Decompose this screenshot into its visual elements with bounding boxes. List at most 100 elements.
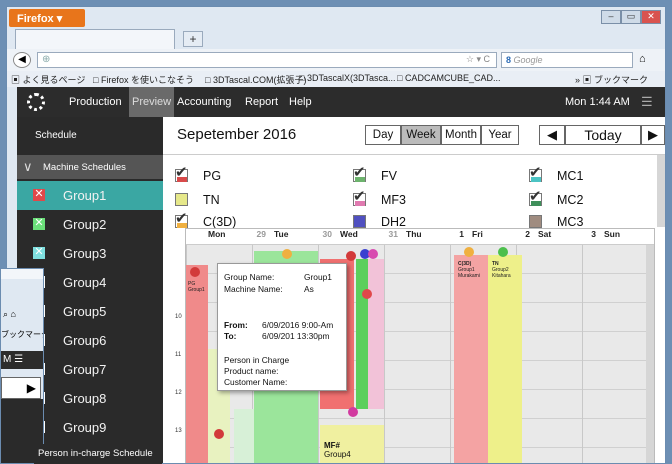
day-date: 2 [525,229,530,239]
maximize-icon[interactable]: ▭ [621,10,641,24]
view-month-button[interactable]: Month [441,125,481,145]
day-header[interactable]: Wed 31 [340,229,402,243]
reload-icon[interactable]: ☆ ▾ C [466,54,490,65]
legend-scrollbar[interactable] [657,155,665,227]
checkbox-checked-icon[interactable]: ✔ [353,189,366,206]
tab-bar: + [7,29,665,49]
event-dot [362,289,372,299]
bookmark-item[interactable]: □ Firefox を使いこなそう [93,73,194,86]
hour-label: 10 [175,314,182,320]
event-dot [346,251,356,261]
legend-label: MC1 [557,169,584,183]
month-title: Sepetember 2016 [177,126,297,143]
nav-report[interactable]: Report [245,96,278,108]
machine-schedules-header[interactable]: ∨ Machine Schedules [17,155,163,179]
machine-legend: ✔ PG ✔ FV ✔ MC1 TN ✔ MF3 ✔ MC2 ✔ C(3D) DH2 MC3 [163,154,665,229]
checkbox-checked-icon[interactable]: ✔ [529,189,542,206]
sidebar-item-group[interactable]: ✕ Group2 [17,210,163,239]
bookmark-item[interactable]: □ 3DTascalX(3DTasca... [299,73,395,83]
nav-production[interactable]: Production [69,96,122,108]
bookmark-label: CADCAMCUBE_CAD... [404,73,501,83]
popup-group-value: Group1 [304,272,332,282]
url-input[interactable]: ⊕ ☆ ▾ C [37,52,497,68]
bookmark-item[interactable]: □ CADCAMCUBE_CAD... [397,73,500,83]
day-column[interactable] [384,245,450,463]
event-block[interactable] [488,255,522,463]
back-icon[interactable]: ◀ [13,52,31,68]
legend-label: MC2 [557,193,584,207]
close-icon[interactable]: ✕ [641,10,661,24]
checkbox-checked-icon[interactable]: ✔ [175,165,188,182]
bookmark-item[interactable]: □ 3DTascal.COM(拡張子) [205,73,306,86]
view-week-button[interactable]: Week [401,125,441,145]
sidebar-schedule[interactable]: Schedule [35,130,77,141]
popup-from-label: From: [224,320,248,330]
checkbox-checked-icon[interactable]: ✔ [353,165,366,182]
sidebar-item-group[interactable]: ✕ Group3 [17,239,163,268]
checkbox-checked-icon[interactable]: ✔ [175,211,188,228]
popup-to-value: 6/09/201 13:30pm [262,331,330,341]
bg-window-titlebar [1,269,43,279]
day-header[interactable]: Fri 2 [472,229,534,243]
browser-tab[interactable] [15,29,175,49]
bg-bookmark-label: ブックマーク [1,330,43,339]
popup-person: Person in Charge [224,355,290,365]
globe-icon: ⊕ [42,54,51,65]
home-icon[interactable]: ⌂ [639,53,646,65]
nav-help[interactable]: Help [289,96,312,108]
scheduler-app: Production Preview Accounting Report Hel… [17,87,665,463]
day-column[interactable] [582,245,648,463]
search-input[interactable]: 8 Google [501,52,633,68]
group-label: Group6 [63,333,107,348]
checkbox-checked-icon[interactable]: ✔ [529,165,542,182]
event-block[interactable] [234,409,254,463]
group-color-icon: ✕ [33,246,45,259]
hamburger-icon[interactable]: ☰ [641,94,653,110]
next-button[interactable]: ▶ [641,125,665,145]
legend-label: TN [203,193,220,207]
color-swatch-icon[interactable] [529,215,542,228]
day-header[interactable]: Thu 1 [406,229,468,243]
minimize-icon[interactable]: – [601,10,621,24]
popup-machine-label: Machine Name: [224,284,283,294]
color-swatch-icon[interactable] [175,193,188,206]
prev-button[interactable]: ◀ [539,125,565,145]
bookmark-item[interactable]: ▣ よく見るページ [11,73,85,86]
event-block[interactable] [186,265,208,463]
bg-hamburger-icon[interactable]: M ☰ [1,351,43,369]
bookmark-menu-label: ブックマーク [594,75,649,85]
group-label: Group3 [63,246,107,261]
top-nav: Production Preview Accounting Report Hel… [17,87,665,117]
event-dot [464,247,474,257]
day-header[interactable]: Mon 29 [208,229,270,243]
group-color-icon: ✕ [33,188,45,201]
color-swatch-icon[interactable] [353,215,366,228]
sidebar-item-group[interactable]: ✕ Group1 [17,181,163,210]
bg-search-icon[interactable]: ⌕ ⌂ [3,309,16,320]
nav-accounting[interactable]: Accounting [177,96,231,108]
bookmark-menu[interactable]: » ▣ ブックマーク [575,73,648,86]
calendar-scrollbar[interactable] [646,245,654,463]
event-block[interactable] [368,259,384,409]
event-dot [282,249,292,259]
today-button[interactable]: Today [565,125,641,145]
day-header[interactable]: Sat 3 [538,229,600,243]
event-block[interactable] [356,259,368,409]
person-in-charge-schedule[interactable]: Person in-charge Schedule [34,444,162,464]
view-day-button[interactable]: Day [365,125,401,145]
nav-bar: ◀ ⊕ ☆ ▾ C 8 Google ⌂ [7,49,665,71]
view-year-button[interactable]: Year [481,125,519,145]
day-name: Wed [340,229,358,239]
event-text: MF# [324,441,340,450]
firefox-label: Firefox [17,13,54,25]
day-header[interactable]: Sun4 [604,229,654,243]
new-tab-button[interactable]: + [183,31,203,47]
bg-next-button[interactable]: ▶ [1,377,41,399]
event-block[interactable] [454,255,488,463]
firefox-menu-button[interactable]: Firefox ▾ [9,9,85,27]
nav-preview[interactable]: Preview [129,87,175,117]
popup-machine-value: As [304,284,314,294]
event-dot [368,249,378,259]
day-header[interactable]: Tue 30 [274,229,336,243]
day-column[interactable] [516,245,582,463]
